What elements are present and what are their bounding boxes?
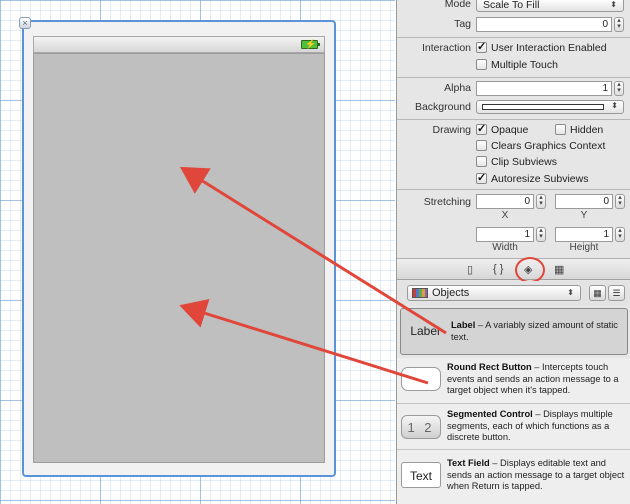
code-snippet-icon[interactable]: { } [493, 263, 503, 275]
close-icon[interactable]: × [19, 17, 31, 29]
color-swatch [482, 104, 604, 110]
mode-select[interactable]: Scale To Fill ⬍ [476, 0, 624, 12]
tag-field[interactable]: 0 [476, 17, 612, 32]
interaction-section: Interaction ✓ User Interaction Enabled M… [397, 38, 630, 78]
text-field-thumbnail: Text [401, 462, 441, 488]
battery-charging-icon: ⚡ [301, 39, 320, 49]
annotation-circle [515, 257, 545, 283]
view-mode-section: Mode Scale To Fill ⬍ Tag 0 ▴ ▾ [397, 0, 630, 38]
library-item-description: Text Field – Displays editable text and … [447, 458, 625, 491]
stretch-width-stepper[interactable]: ▴ ▾ [536, 227, 546, 242]
main-view[interactable] [33, 53, 325, 463]
library-tab-bar: ▯ { } ◈ ▦ [397, 257, 630, 283]
grid-view-button[interactable]: ▦ [589, 285, 606, 301]
alpha-row: Alpha 1 ▴ ▾ [397, 81, 630, 97]
simulated-status-bar: ⚡ [33, 36, 325, 53]
autoresize-checkbox[interactable]: ✓ [476, 173, 487, 184]
background-label: Background [414, 101, 471, 113]
library-item-title: Segmented Control [447, 409, 533, 419]
library-books-icon [412, 288, 428, 298]
design-canvas[interactable]: × ⚡ [0, 0, 395, 504]
file-template-icon[interactable]: ▯ [467, 263, 473, 276]
library-item-round-rect-button[interactable]: Round Rect Button – Intercepts touch eve… [397, 358, 630, 404]
list-view-button[interactable]: ☰ [608, 285, 625, 301]
tag-label: Tag [454, 18, 471, 30]
hidden-checkbox[interactable] [555, 124, 566, 135]
library-item-segmented-control[interactable]: 1 2 Segmented Control – Displays multipl… [397, 404, 630, 450]
stretch-x-stepper[interactable]: ▴ ▾ [536, 194, 546, 209]
stretch-x-label: X [501, 210, 509, 221]
updown-arrow-icon: ⬍ [567, 288, 574, 297]
drawing-section: Drawing ✓ Opaque Hidden Clears Graphics … [397, 120, 630, 190]
library-category-select[interactable]: Objects ⬍ [407, 285, 581, 301]
user-interaction-label: User Interaction Enabled [491, 42, 607, 54]
stretch-width-label: Width [492, 242, 518, 253]
library-item-title: Label [451, 320, 476, 330]
library-item-text-field[interactable]: Text Text Field – Displays editable text… [397, 450, 630, 504]
attributes-inspector: Mode Scale To Fill ⬍ Tag 0 ▴ ▾ Interactio… [396, 0, 630, 504]
drawing-label: Drawing [432, 124, 471, 136]
clears-context-checkbox[interactable] [476, 140, 487, 151]
opaque-label: Opaque [491, 124, 529, 136]
stretch-height-stepper[interactable]: ▴ ▾ [615, 227, 625, 242]
background-color-well[interactable]: ⬍ [476, 100, 624, 114]
updown-arrow-icon: ⬍ [610, 0, 617, 9]
opaque-checkbox[interactable]: ✓ [476, 124, 487, 135]
library-filter-bar: Objects ⬍ ▦ ☰ [397, 281, 630, 305]
alpha-stepper[interactable]: ▴ ▾ [614, 81, 624, 96]
round-rect-button-thumbnail [401, 367, 441, 391]
appearance-section: Alpha 1 ▴ ▾ Background ⬍ [397, 78, 630, 120]
tag-row: Tag 0 ▴ ▾ [397, 17, 630, 33]
updown-arrow-icon: ⬍ [611, 101, 618, 110]
library-item-description: Segmented Control – Displays multiple se… [447, 409, 613, 442]
autoresize-label: Autoresize Subviews [491, 173, 589, 185]
stretch-x-field[interactable]: 0 [476, 194, 534, 209]
library-item-description: Round Rect Button – Intercepts touch eve… [447, 362, 619, 395]
library-item-description: Label – A variably sized amount of stati… [451, 320, 618, 342]
alpha-field[interactable]: 1 [476, 81, 612, 96]
background-row: Background ⬍ [397, 100, 630, 116]
multiple-touch-checkbox[interactable] [476, 59, 487, 70]
stretch-width-field[interactable]: 1 [476, 227, 534, 242]
media-library-icon[interactable]: ▦ [554, 263, 564, 276]
stretch-y-label: Y [580, 210, 588, 221]
interaction-label: Interaction [421, 42, 471, 54]
segmented-control-thumbnail: 1 2 [401, 415, 441, 439]
multiple-touch-label: Multiple Touch [491, 59, 558, 71]
clip-subviews-checkbox[interactable] [476, 156, 487, 167]
stretching-section: Stretching 0 ▴ ▾ 0 ▴ ▾ X Y 1 ▴ ▾ 1 ▴ ▾ Width… [397, 190, 630, 258]
hidden-label: Hidden [570, 124, 604, 136]
library-item-title: Text Field [447, 458, 490, 468]
stretch-height-field[interactable]: 1 [555, 227, 613, 242]
library-category-value: Objects [432, 287, 470, 299]
tag-stepper[interactable]: ▴ ▾ [614, 17, 624, 32]
mode-row: Mode Scale To Fill ⬍ [397, 0, 630, 16]
mode-value: Scale To Fill [483, 0, 540, 11]
stretch-y-field[interactable]: 0 [555, 194, 613, 209]
library-item-title: Round Rect Button [447, 362, 532, 372]
stretching-label: Stretching [423, 196, 471, 208]
library-item-label[interactable]: Label Label – A variably sized amount of… [400, 308, 628, 355]
stretch-height-label: Height [569, 242, 599, 253]
mode-label: Mode [444, 0, 471, 10]
clip-subviews-label: Clip Subviews [491, 156, 557, 168]
label-thumbnail: Label [410, 324, 440, 338]
user-interaction-checkbox[interactable]: ✓ [476, 42, 487, 53]
alpha-label: Alpha [444, 82, 471, 94]
clears-context-label: Clears Graphics Context [491, 140, 606, 152]
view-controller-frame[interactable]: × ⚡ [19, 17, 336, 477]
stretch-y-stepper[interactable]: ▴ ▾ [615, 194, 625, 209]
